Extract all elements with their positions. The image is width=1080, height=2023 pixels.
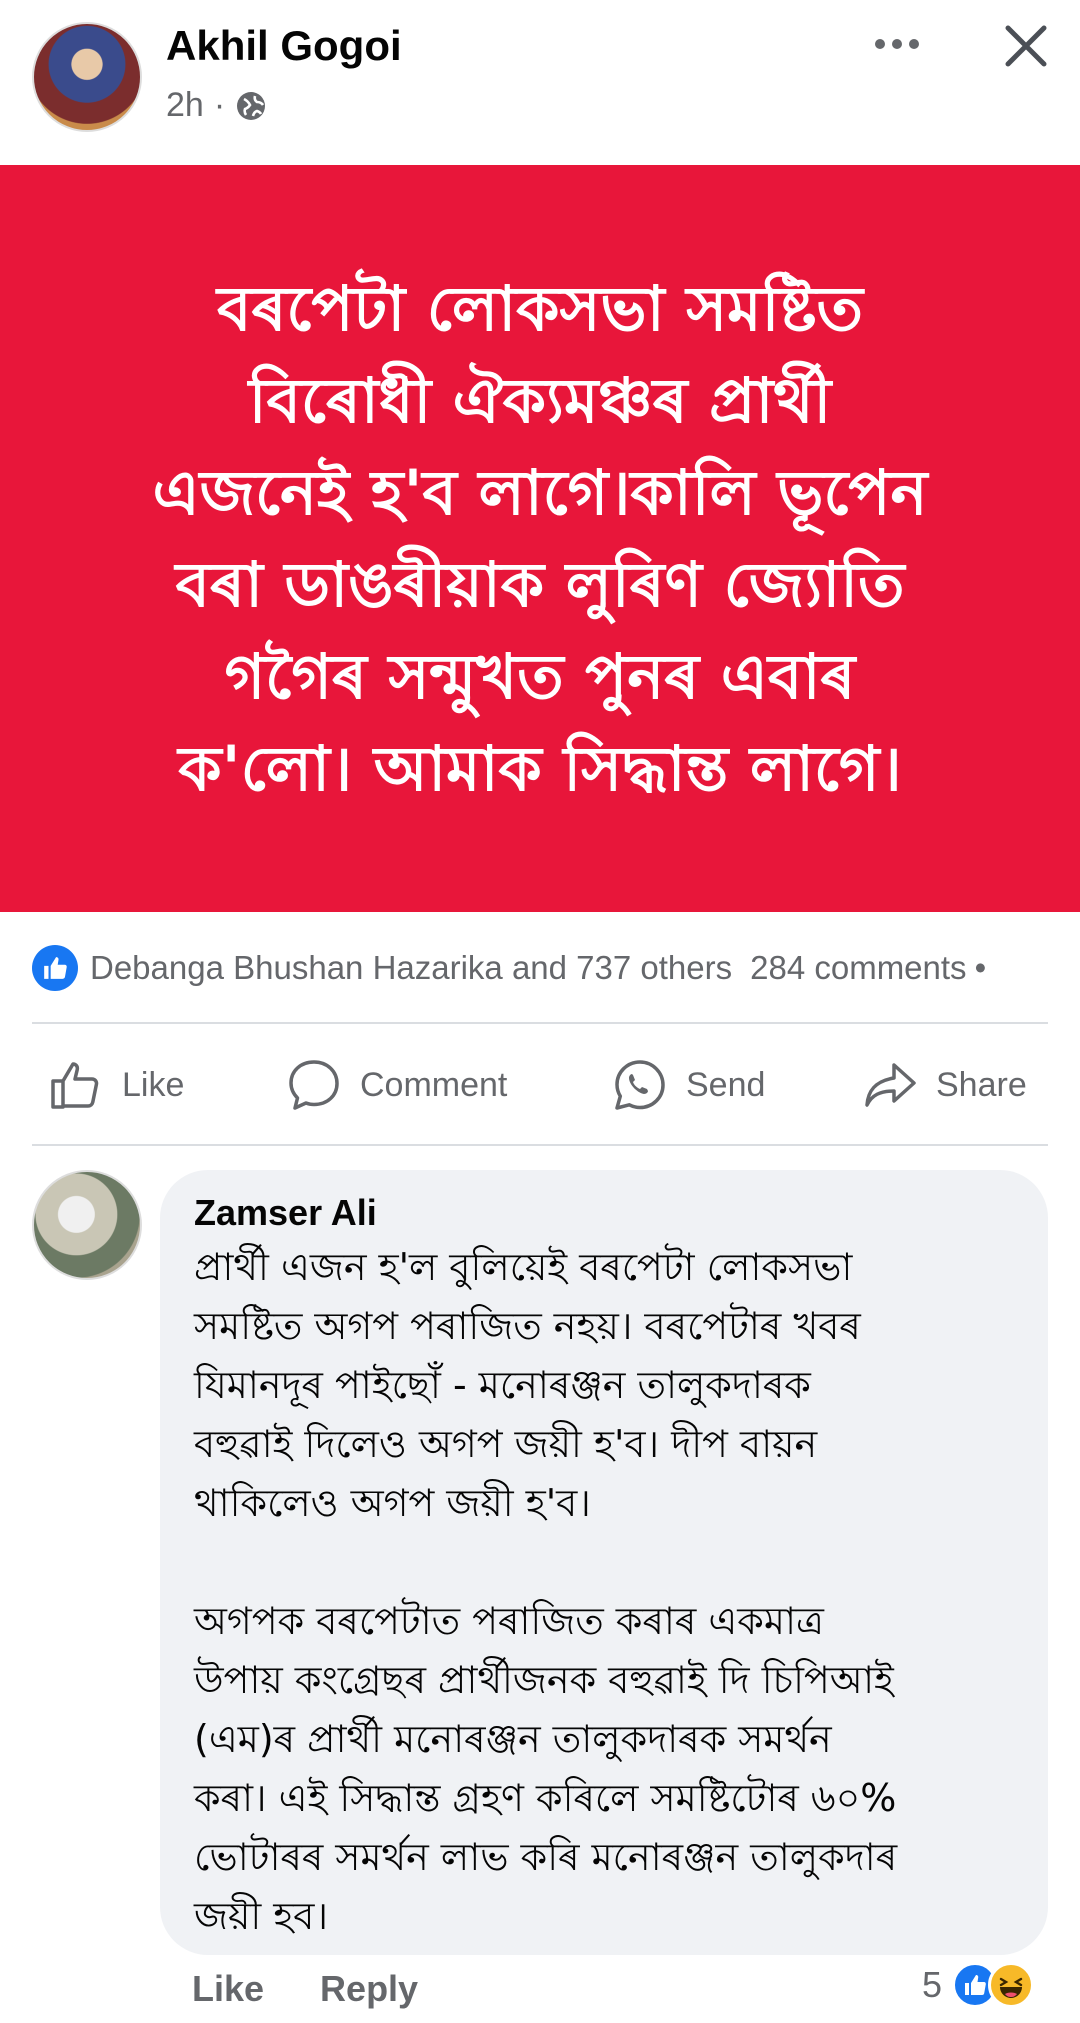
- comment-icon: [289, 1060, 339, 1110]
- send-label: Send: [686, 1065, 766, 1104]
- share-label: Share: [936, 1065, 1027, 1104]
- close-icon[interactable]: [998, 18, 1054, 74]
- share-button[interactable]: Share: [862, 1040, 1027, 1130]
- haha-reaction-icon: [988, 1962, 1035, 2008]
- comment-reactions[interactable]: 5: [922, 1962, 1035, 2008]
- meta-separator: ·: [213, 86, 226, 124]
- comment-reply-button[interactable]: Reply: [320, 1968, 418, 2010]
- reaction-summary[interactable]: Debanga Bhushan Hazarika and 737 others …: [32, 940, 1080, 996]
- thumbs-up-icon: [51, 1062, 99, 1109]
- separator-dot: •: [974, 949, 987, 986]
- like-label: Like: [122, 1065, 185, 1104]
- author-avatar[interactable]: [32, 22, 142, 132]
- author-name[interactable]: Akhil Gogoi: [166, 22, 402, 70]
- comment-bubble[interactable]: Zamser Ali প্ৰাৰ্থী এজন হ'ল বুলিয়েই বৰপ…: [160, 1170, 1048, 1955]
- comment-label: Comment: [360, 1065, 508, 1104]
- post-time[interactable]: 2h: [166, 86, 204, 125]
- commenter-name[interactable]: Zamser Ali: [194, 1188, 1016, 1238]
- post-actions: Like Comment Send Share: [0, 1040, 1080, 1130]
- share-icon: [865, 1063, 916, 1107]
- post-banner[interactable]: বৰপেটা লোকসভা সমষ্টিত বিৰোধী ঐক্যমঞ্চৰ প…: [0, 165, 1080, 912]
- post-meta: 2h ·: [166, 86, 267, 125]
- comment-button[interactable]: Comment: [286, 1040, 507, 1130]
- send-button[interactable]: Send: [612, 1040, 765, 1130]
- whatsapp-icon: [615, 1060, 665, 1110]
- divider-bottom: [32, 1144, 1048, 1146]
- comment-actions: Like Reply: [192, 1968, 418, 2010]
- comment-count[interactable]: 284 comments: [750, 949, 966, 987]
- divider-top: [32, 1022, 1048, 1024]
- comment-reaction-count: 5: [922, 1964, 943, 2005]
- globe-icon: [237, 91, 266, 120]
- banner-text: বৰপেটা লোকসভা সমষ্টিত বিৰোধী ঐক্যমঞ্চৰ প…: [152, 271, 928, 805]
- comment-text: প্ৰাৰ্থী এজন হ'ল বুলিয়েই বৰপেটা লোকসভা …: [194, 1245, 898, 1938]
- commenter-avatar[interactable]: [32, 1170, 142, 1280]
- like-button[interactable]: Like: [48, 1040, 184, 1130]
- like-reaction-icon: [32, 945, 78, 991]
- reaction-names[interactable]: Debanga Bhushan Hazarika and 737 others: [90, 949, 732, 987]
- comment-like-button[interactable]: Like: [192, 1968, 264, 2010]
- post-header: Akhil Gogoi 2h ·: [0, 0, 1080, 165]
- more-options-icon[interactable]: [872, 24, 922, 64]
